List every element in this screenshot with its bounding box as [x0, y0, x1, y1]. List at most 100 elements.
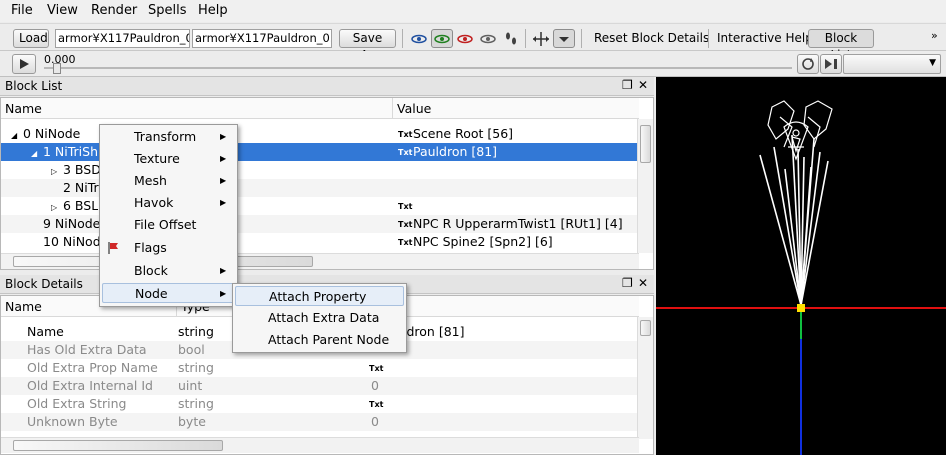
toolbar-separator [581, 29, 582, 48]
menu-item-transform[interactable]: Transform ▶ [102, 127, 235, 147]
restore-icon[interactable]: ❐ [622, 78, 633, 92]
submenu-arrow-icon: ▶ [220, 289, 227, 298]
menu-file[interactable]: File [11, 3, 33, 18]
submenu-arrow-icon: ▶ [220, 154, 227, 163]
block-list-toggle-button[interactable]: Block List [808, 29, 874, 62]
detail-value[interactable]: ldron [81] [403, 323, 464, 341]
menu-item-label: Mesh [134, 173, 167, 188]
submenu-arrow-icon: ▶ [220, 176, 227, 185]
menu-help[interactable]: Help [198, 3, 228, 18]
menu-item-attach-parent-node[interactable]: Attach Parent Node [235, 330, 404, 350]
animation-bar: 0.000 ▼ [0, 51, 946, 77]
block-list-horizontal-scrollbar[interactable] [1, 253, 639, 269]
text-type-icon: Txt [398, 130, 413, 139]
reset-block-details-button[interactable]: Reset Block Details [594, 31, 709, 45]
flag-icon [106, 240, 122, 262]
tree-row[interactable]: ▷ 3 BSD [1, 161, 639, 179]
play-button[interactable] [12, 54, 36, 74]
node-submenu: Attach Property Attach Extra Data Attach… [232, 283, 407, 353]
menu-view[interactable]: View [47, 3, 78, 18]
block-details-vertical-scrollbar[interactable] [637, 317, 653, 439]
tree-row[interactable]: 9 NiNode TxtNPC R UpperarmTwist1 [RUt1] … [1, 215, 639, 233]
detail-value[interactable]: 0 [371, 413, 379, 431]
detail-name: Has Old Extra Data [27, 342, 147, 357]
submenu-arrow-icon: ▶ [220, 198, 227, 207]
menu-item-texture[interactable]: Texture ▶ [102, 149, 235, 169]
detail-name: Old Extra String [27, 396, 127, 411]
detail-type: bool [178, 342, 205, 357]
block-list-title: Block List [5, 79, 63, 93]
loop-button[interactable] [797, 54, 819, 74]
detail-value[interactable]: 0 [371, 377, 379, 395]
detail-row[interactable]: Old Extra String string Txt [1, 395, 639, 413]
tree-row[interactable]: ◢ 0 NiNode TxtScene Root [56] [1, 125, 639, 143]
menu-item-file-offset[interactable]: File Offset [102, 215, 235, 235]
interactive-help-button[interactable]: Interactive Help [717, 31, 813, 45]
toolbar-overflow-icon[interactable]: » [931, 29, 938, 42]
animation-sequence-dropdown[interactable]: ▼ [843, 54, 941, 74]
tree-row-value: NPC R UpperarmTwist1 [RUt1] [4] [413, 216, 623, 231]
save-path-field[interactable]: armor¥X117Pauldron_0.nif [192, 29, 332, 48]
block-list-vertical-scrollbar[interactable] [637, 119, 653, 253]
menu-item-attach-extra-data[interactable]: Attach Extra Data [235, 308, 404, 328]
menu-item-node[interactable]: Node ▶ [102, 283, 235, 303]
menu-item-label: Block [134, 263, 168, 278]
tree-row-value: NPC Spine2 [Spn2] [6] [413, 234, 553, 249]
tree-row[interactable]: ▷ 6 BSL Txt [1, 197, 639, 215]
text-type-icon: Txt [369, 364, 384, 373]
timeline-track[interactable] [44, 67, 792, 69]
detail-row[interactable]: Unknown Byte byte 0 [1, 413, 639, 431]
tree-row-selected[interactable]: ◢ 1 NiTriSh TxtPauldron [81] [1, 143, 639, 161]
detail-type: uint [178, 378, 203, 393]
detail-name: Old Extra Internal Id [27, 378, 153, 393]
scrollbar-thumb[interactable] [640, 125, 651, 163]
toolbar-separator [708, 29, 709, 48]
scene-render [656, 100, 946, 455]
menu-item-mesh[interactable]: Mesh ▶ [102, 171, 235, 191]
tree-row-name: 6 BSL [63, 198, 99, 213]
detail-type: string [178, 396, 214, 411]
skip-icon [825, 59, 837, 69]
column-header-name[interactable]: Name [1, 98, 393, 119]
view-options-dropdown-icon[interactable] [553, 29, 575, 48]
view-front-eye-icon[interactable] [408, 29, 430, 48]
close-icon[interactable]: ✕ [638, 78, 648, 92]
timeline-slider-handle[interactable] [53, 63, 61, 74]
view-side-eye-icon[interactable] [454, 29, 476, 48]
load-path-field[interactable]: armor¥X117Pauldron_0.nif [55, 29, 190, 48]
view-user-eye-icon[interactable] [477, 29, 499, 48]
menu-item-block[interactable]: Block ▶ [102, 261, 235, 281]
submenu-arrow-icon: ▶ [220, 266, 227, 275]
menu-render[interactable]: Render [91, 3, 137, 18]
menu-item-havok[interactable]: Havok ▶ [102, 193, 235, 213]
context-menu: Transform ▶ Texture ▶ Mesh ▶ Havok ▶ File Of… [99, 124, 238, 307]
restore-icon[interactable]: ❐ [622, 276, 633, 290]
loop-icon [802, 58, 814, 70]
close-icon[interactable]: ✕ [638, 276, 648, 290]
save-as-button[interactable]: Save As [339, 29, 396, 62]
scrollbar-thumb[interactable] [640, 320, 651, 336]
tree-row-value: Pauldron [81] [413, 144, 498, 159]
tree-row-name: 3 BSD [63, 162, 101, 177]
render-viewport[interactable] [656, 77, 946, 455]
view-top-eye-icon[interactable] [431, 29, 453, 48]
scrollbar-thumb[interactable] [13, 440, 223, 451]
toolbar-separator [525, 29, 526, 48]
menu-item-flags[interactable]: Flags [102, 238, 235, 258]
menu-spells[interactable]: Spells [148, 3, 187, 18]
tree-row-name: 10 NiNod [43, 234, 101, 249]
detail-row[interactable]: Old Extra Prop Name string Txt [1, 359, 639, 377]
menu-item-label: Node [135, 286, 168, 301]
switch-button[interactable] [820, 54, 842, 74]
load-button[interactable]: Load [13, 29, 49, 48]
block-list-titlebar: Block List ❐ ✕ [0, 77, 654, 96]
column-header-value[interactable]: Value [393, 98, 639, 119]
block-details-title: Block Details [5, 277, 83, 291]
detail-row[interactable]: Old Extra Internal Id uint 0 [1, 377, 639, 395]
tree-row[interactable]: 10 NiNod TxtNPC Spine2 [Spn2] [6] [1, 233, 639, 251]
walk-footprints-icon[interactable] [500, 29, 522, 48]
menu-item-attach-property[interactable]: Attach Property [235, 286, 404, 306]
tree-row[interactable]: 2 NiTr [1, 179, 639, 197]
block-details-horizontal-scrollbar[interactable] [1, 437, 639, 453]
move-axes-icon[interactable] [530, 29, 552, 48]
